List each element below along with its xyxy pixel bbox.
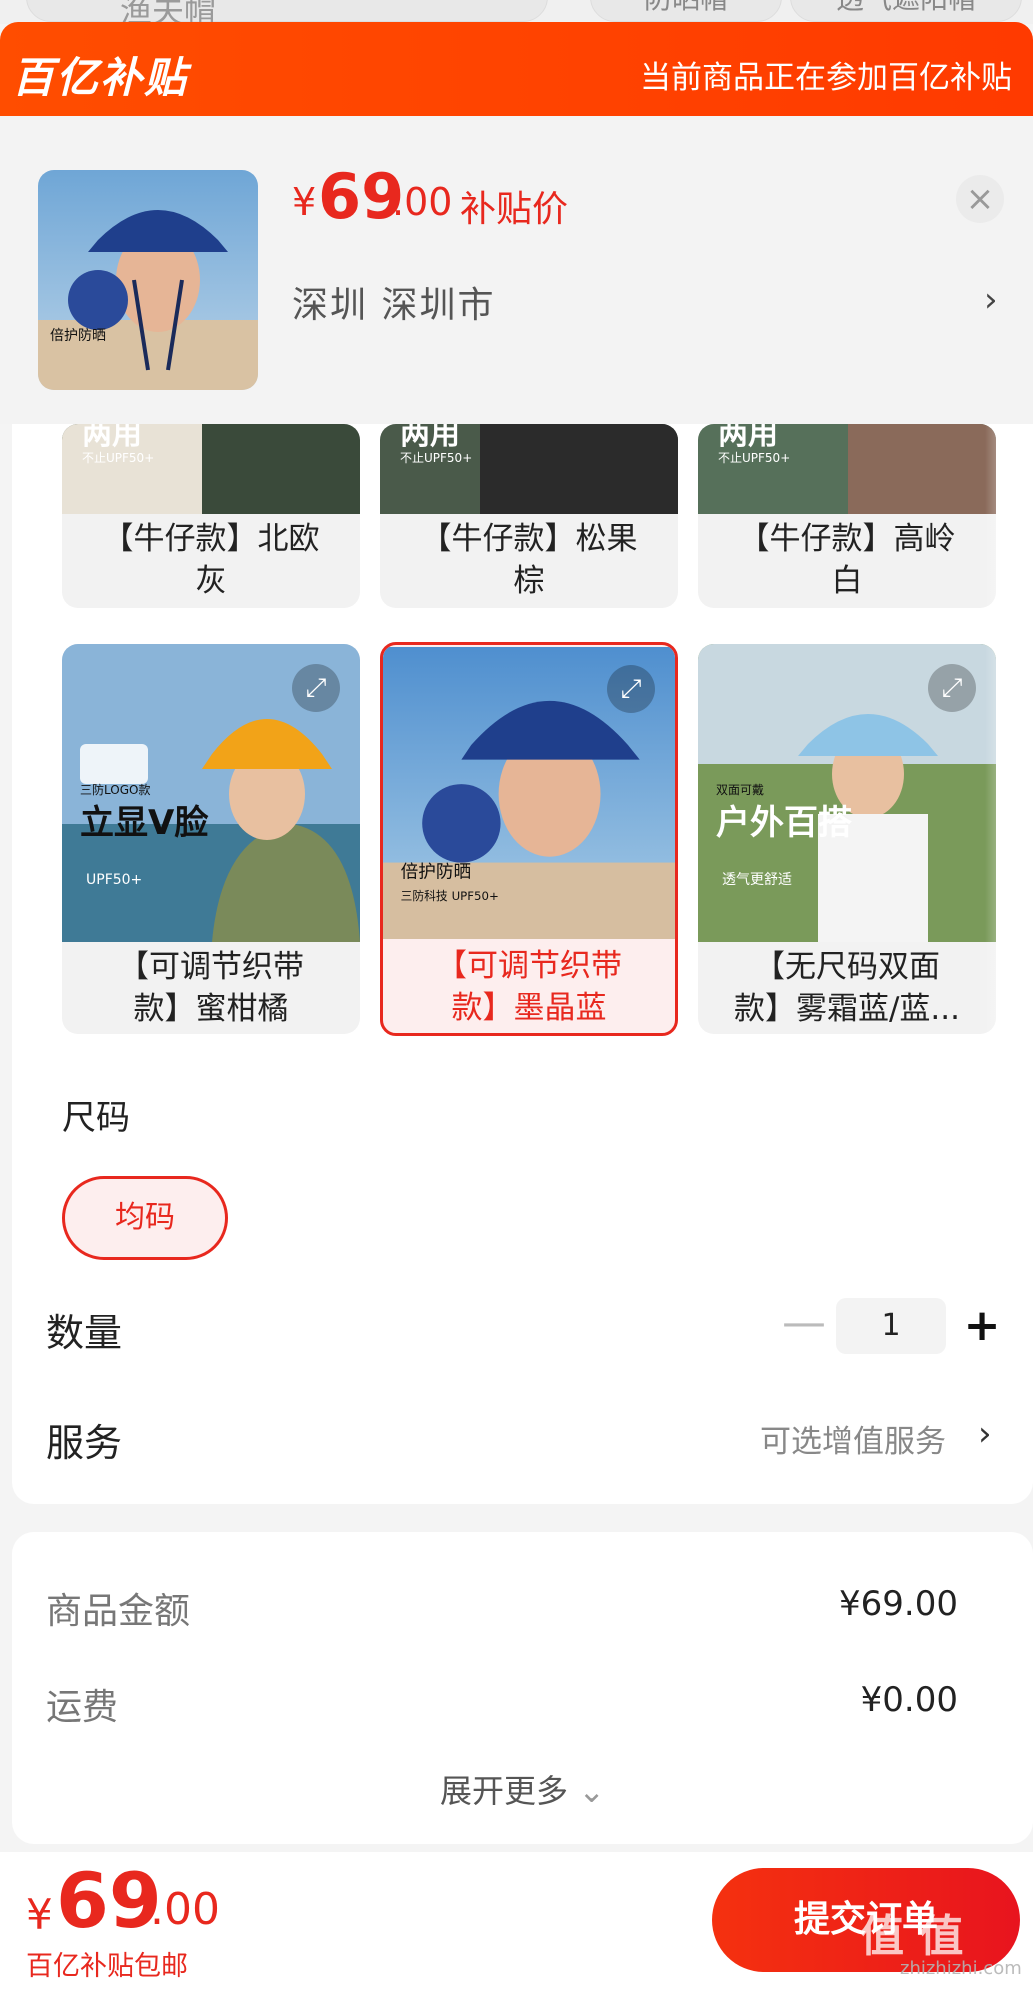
- service-title: 服务: [46, 1421, 123, 1465]
- quantity-decrease-button[interactable]: —: [782, 1300, 826, 1346]
- variant-tile[interactable]: 双面可戴 户外百搭 透气更舒适 ⤢ 【无尺码双面 款】雾霜蓝/蓝...: [698, 644, 996, 1034]
- price-decimal: .00: [392, 180, 453, 224]
- subsidy-message: 当前商品正在参加百亿补贴: [640, 60, 1012, 96]
- variant-label: 【可调节织带 款】蜜柑橘: [118, 949, 304, 1027]
- quantity-increase-button[interactable]: +: [962, 1298, 1002, 1354]
- product-thumbnail: 倍护防晒: [38, 170, 258, 390]
- variant-tile[interactable]: 两用 不止UPF50+ 【牛仔款】松果棕: [380, 424, 678, 608]
- variant-label: 【牛仔款】松果棕: [420, 521, 638, 599]
- variant-tag: 三防LOGO款: [80, 782, 150, 797]
- variant-badge: 透气更舒适: [722, 872, 792, 888]
- chevron-down-icon: ⌄: [578, 1772, 605, 1810]
- variant-badge: UPF50+: [452, 889, 499, 903]
- variant-label: 【牛仔款】高岭白: [738, 521, 956, 599]
- variant-tag: 双面可戴: [716, 782, 764, 797]
- background-chip: 透气遮阳帽: [790, 0, 1022, 22]
- quantity-title: 数量: [46, 1311, 123, 1355]
- expand-more-button[interactable]: 展开更多 ⌄: [440, 1766, 605, 1812]
- background-chip: 防晒帽: [590, 0, 782, 22]
- service-value[interactable]: 可选增值服务: [760, 1416, 946, 1461]
- variant-badge: 不止UPF50+: [400, 451, 472, 465]
- delivery-address[interactable]: 深圳 深圳市: [292, 276, 495, 328]
- size-option-selected[interactable]: 均码: [62, 1176, 228, 1260]
- variant-tag: 三防科技: [401, 889, 448, 903]
- size-title: 尺码: [62, 1098, 130, 1138]
- background-search-bar: 渔夫帽 防晒帽 透气遮阳帽: [0, 0, 1033, 24]
- variant-tile[interactable]: 三防LOGO款 立显V脸 UPF50+ ⤢ 【可调节织带 款】蜜柑橘: [62, 644, 360, 1034]
- quantity-input[interactable]: 1: [836, 1298, 946, 1354]
- total-price-symbol: ¥: [26, 1890, 53, 1939]
- close-icon: ×: [965, 179, 995, 219]
- subsidy-logo: 百亿补贴: [12, 53, 189, 102]
- total-price-integer: 69: [56, 1856, 162, 1945]
- watermark-url: zhizhizhi.com: [900, 1958, 1022, 1979]
- thumbnail-caption: 倍护防晒: [50, 328, 106, 344]
- variant-badge: 不止UPF50+: [718, 451, 790, 465]
- price-symbol: ¥: [292, 180, 317, 224]
- subsidy-price-label: 补贴价: [460, 189, 569, 230]
- total-price-decimal: .00: [150, 1884, 220, 1935]
- chevron-right-icon[interactable]: ›: [978, 1414, 992, 1454]
- variant-label: 【可调节织带 款】墨晶蓝: [436, 948, 622, 1026]
- variant-overlay: 两用: [718, 424, 778, 452]
- watermark: 值 值: [860, 1911, 964, 1962]
- background-search-text: 渔夫帽: [120, 0, 217, 24]
- shipping-value: ¥0.00: [860, 1680, 958, 1720]
- goods-amount-value: ¥69.00: [839, 1584, 958, 1624]
- expand-icon[interactable]: ⤢: [928, 664, 976, 712]
- shipping-label: 运费: [46, 1687, 119, 1728]
- variant-overlay: 两用: [400, 424, 460, 452]
- free-shipping-note: 百亿补贴包邮: [26, 1951, 188, 1982]
- variant-overlay: 倍护防晒: [401, 861, 472, 882]
- variant-tile-selected[interactable]: 倍护防晒 三防科技 UPF50+ ⤢ 【可调节织带 款】墨晶蓝: [380, 642, 678, 1036]
- variant-overlay: 两用: [82, 424, 142, 452]
- variant-badge: UPF50+: [86, 872, 142, 888]
- variant-label: 【无尺码双面 款】雾霜蓝/蓝...: [733, 949, 960, 1027]
- scroll-fade: [985, 424, 1033, 1044]
- expand-icon[interactable]: ⤢: [292, 664, 340, 712]
- variant-label: 【牛仔款】北欧灰: [102, 521, 320, 599]
- variant-overlay: 立显V脸: [80, 803, 209, 843]
- chevron-right-icon[interactable]: ›: [984, 280, 998, 320]
- subsidy-banner: 百亿补贴 当前商品正在参加百亿补贴: [0, 22, 1033, 116]
- variant-tile[interactable]: 两用 不止UPF50+ 【牛仔款】北欧灰: [62, 424, 360, 608]
- expand-icon[interactable]: ⤢: [607, 665, 655, 713]
- close-button[interactable]: ×: [956, 175, 1004, 223]
- variant-overlay: 户外百搭: [716, 803, 852, 843]
- variant-tile[interactable]: 两用 不止UPF50+ 【牛仔款】高岭白: [698, 424, 996, 608]
- background-search-box: [26, 0, 548, 22]
- variant-badge: 不止UPF50+: [82, 451, 154, 465]
- goods-amount-label: 商品金额: [46, 1591, 191, 1632]
